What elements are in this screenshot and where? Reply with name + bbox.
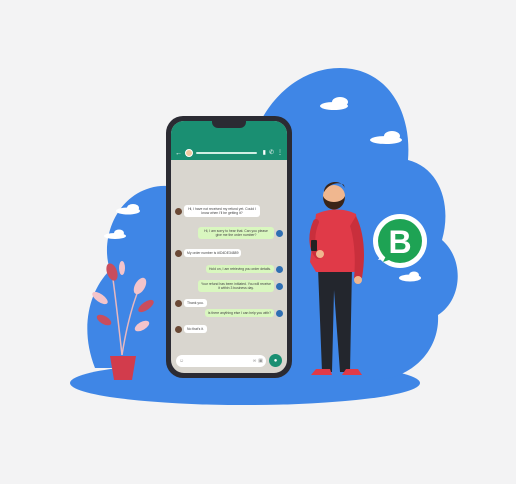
chat-message: My order number is #ID4DE34889 (175, 249, 242, 257)
chat-header-row: ← ▮ ✆ ⋮ (171, 148, 287, 158)
chat-message: No that's it. (175, 325, 207, 333)
phone-notch (212, 120, 246, 128)
message-bubble: Hi, I have not received my refund yet. C… (184, 205, 260, 217)
chat-input-bar: ☺ ∞ ▣ ● (176, 353, 282, 368)
phone-icon[interactable]: ✆ (269, 150, 274, 156)
message-bubble: Hi, I am sorry to hear that. Can you ple… (198, 227, 274, 239)
message-bubble: Thank you. (184, 299, 207, 307)
attach-icon[interactable]: ∞ (253, 358, 257, 364)
emoji-icon[interactable]: ☺ (179, 358, 184, 364)
agent-avatar (276, 309, 283, 317)
more-icon[interactable]: ⋮ (277, 150, 283, 156)
agent-avatar (276, 265, 283, 273)
video-icon[interactable]: ▮ (263, 150, 266, 156)
chat-message: Your refund has been initiated. You will… (198, 280, 283, 292)
badge-letter: B (388, 224, 411, 260)
message-bubble: No that's it. (184, 325, 207, 333)
contact-avatar[interactable] (185, 149, 193, 157)
customer-avatar (175, 299, 182, 307)
chat-message: Hi, I am sorry to hear that. Can you ple… (198, 227, 283, 239)
chat-message: Hi, I have not received my refund yet. C… (175, 205, 260, 217)
customer-avatar (175, 207, 182, 215)
mic-icon[interactable]: ● (269, 354, 282, 367)
agent-avatar (276, 229, 283, 237)
contact-name-placeholder (196, 152, 257, 154)
message-bubble: Hold on, I am retrieving you order detai… (205, 265, 274, 273)
chat-messages: Hi, I have not received my refund yet. C… (171, 165, 287, 351)
chat-message: Hold on, I am retrieving you order detai… (205, 265, 283, 273)
chat-message: Is there anything else I can help you wi… (204, 309, 283, 317)
customer-avatar (175, 249, 182, 257)
phone-mockup: ← ▮ ✆ ⋮ Hi, I have not received my refun… (166, 116, 292, 378)
customer-avatar (175, 325, 182, 333)
message-bubble: My order number is #ID4DE34889 (184, 249, 242, 257)
message-input[interactable]: ☺ ∞ ▣ (176, 354, 266, 367)
agent-avatar (276, 282, 283, 290)
message-bubble: Is there anything else I can help you wi… (204, 309, 274, 317)
phone-screen: ← ▮ ✆ ⋮ Hi, I have not received my refun… (171, 121, 287, 373)
camera-icon[interactable]: ▣ (258, 358, 263, 364)
message-bubble: Your refund has been initiated. You will… (198, 280, 274, 292)
chat-message: Thank you. (175, 299, 207, 307)
back-arrow-icon[interactable]: ← (175, 150, 182, 157)
whatsapp-business-logo: B (373, 214, 427, 268)
